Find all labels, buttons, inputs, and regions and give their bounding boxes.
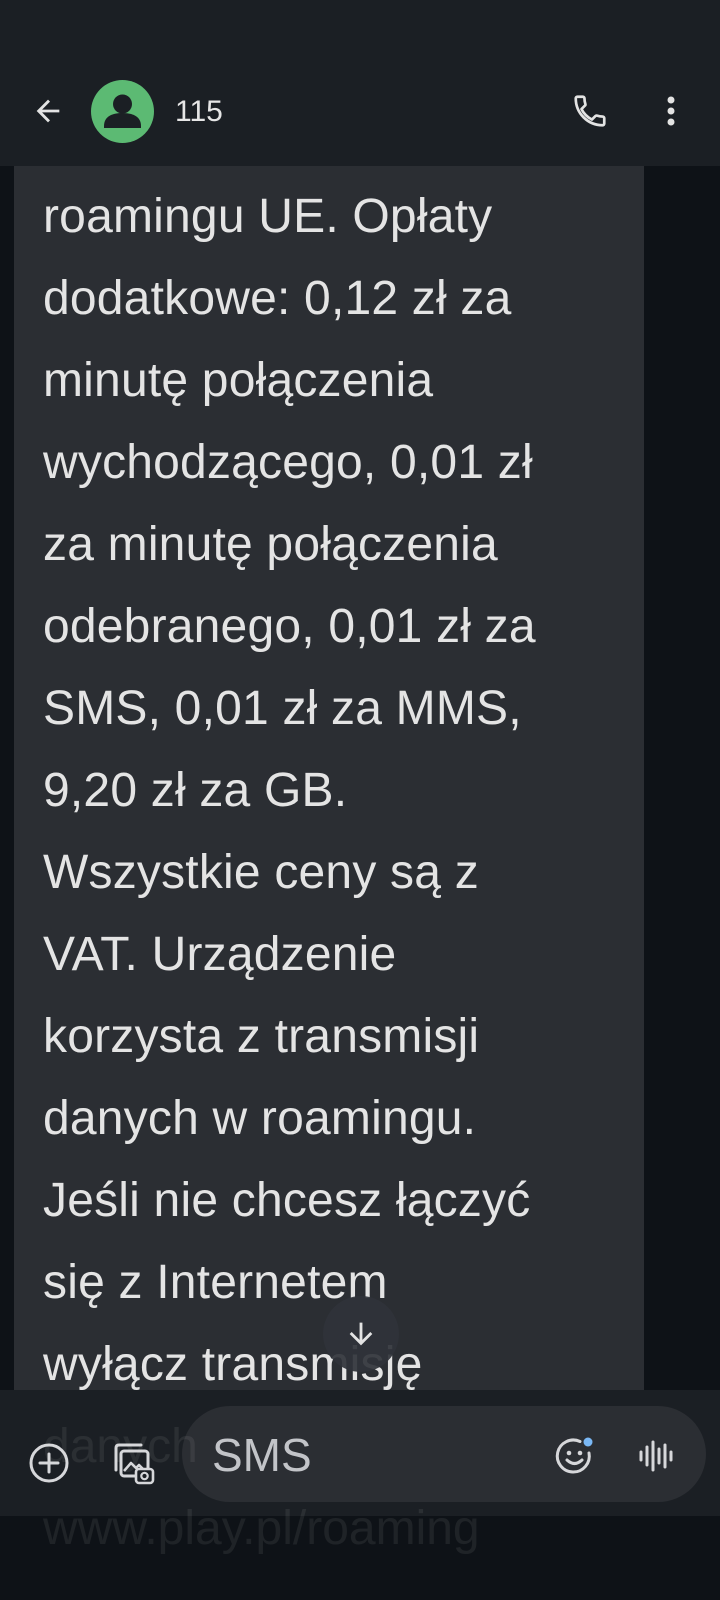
compose-bar [0,1390,720,1516]
call-button[interactable] [565,86,615,136]
gallery-icon [114,1443,155,1485]
message-text: roamingu UE. Opłaty dodatkowe: 0,12 zł z… [43,190,536,1390]
navigation-bar [0,1516,720,1600]
more-options-button[interactable] [648,86,694,136]
contact-name: 115 [175,95,223,128]
add-circle-icon [29,1443,69,1483]
message-list[interactable]: roamingu UE. Opłaty dodatkowe: 0,12 zł z… [0,166,720,1390]
arrow-down-icon [349,1322,373,1346]
phone-icon [574,95,606,127]
voice-waveform-icon [639,1440,673,1472]
sms-input[interactable] [210,1406,514,1504]
screen: 115 roamingu UE. Opłaty dodatkowe: 0,12 … [0,0,720,1600]
voice-message-button[interactable] [634,1433,680,1479]
avatar[interactable] [91,80,154,143]
sms-input-container [182,1406,706,1504]
back-button[interactable] [26,89,70,133]
more-vert-icon [667,96,675,126]
emoji-icon [555,1437,593,1474]
gallery-button[interactable] [106,1436,160,1490]
arrow-back-icon [36,99,60,123]
message-bubble[interactable]: roamingu UE. Opłaty dodatkowe: 0,12 zł z… [14,166,644,1390]
person-icon [104,94,141,128]
add-attachment-button[interactable] [24,1438,74,1488]
emoji-button[interactable] [552,1433,598,1479]
status-bar [0,0,720,56]
app-bar: 115 [0,56,720,166]
scroll-to-bottom-button[interactable] [323,1296,399,1372]
